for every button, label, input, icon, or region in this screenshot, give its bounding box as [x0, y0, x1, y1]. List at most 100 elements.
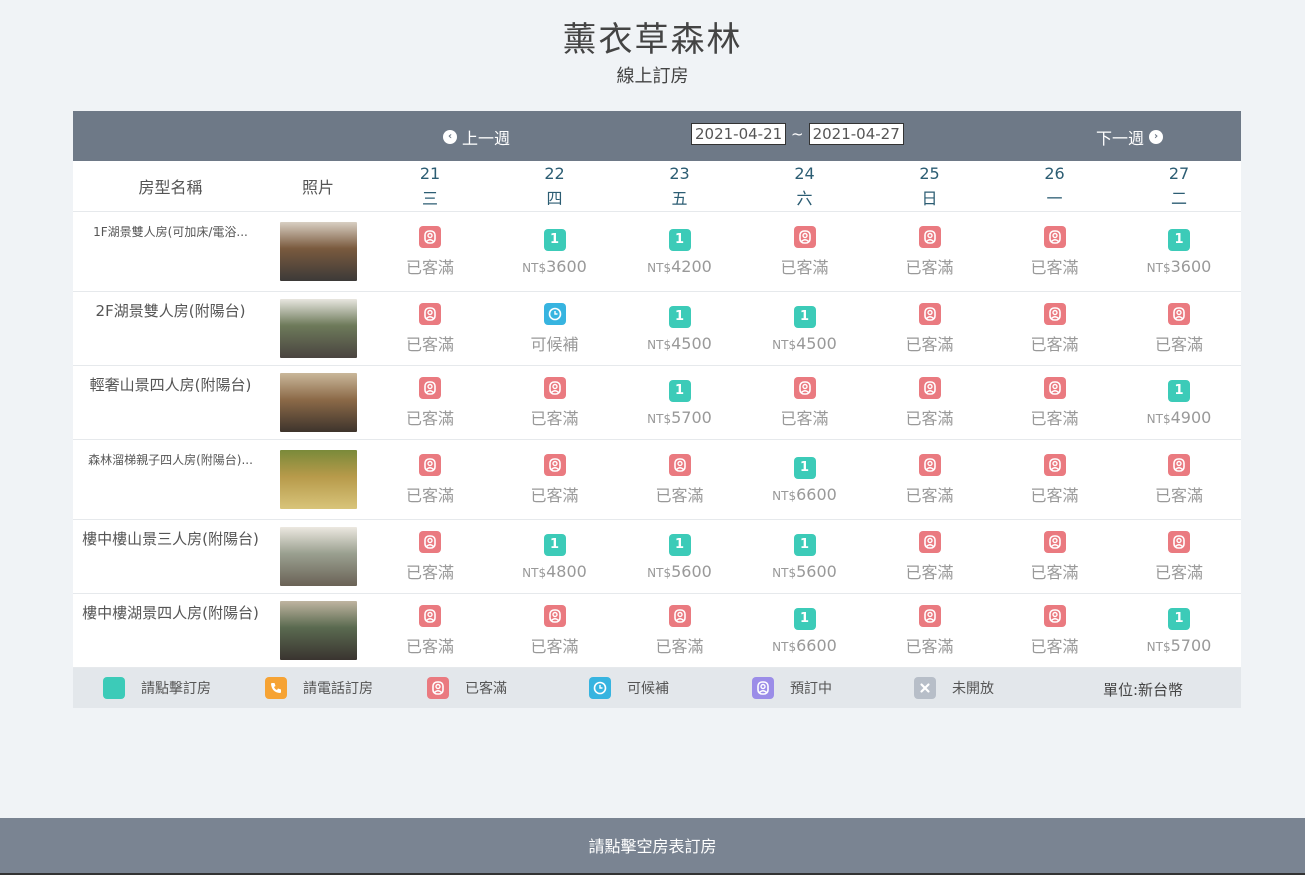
room-name[interactable]: 1F湖景雙人房(可加床/電浴... — [73, 222, 268, 242]
currency-label: NT$ — [772, 337, 797, 352]
room-photo[interactable] — [279, 601, 357, 660]
legend-item: 已客滿 — [427, 677, 507, 699]
price-value: 4900 — [1170, 407, 1212, 427]
next-week-button[interactable]: 下一週 › — [1096, 125, 1164, 149]
person-icon — [543, 604, 566, 627]
status-text: 已客滿 — [1030, 257, 1079, 277]
page-subtitle: 線上訂房 — [616, 66, 689, 87]
available-icon[interactable]: 1 — [668, 379, 691, 402]
availability-cell: 已客滿 — [992, 593, 1117, 668]
room-name[interactable]: 2F湖景雙人房(附陽台) — [73, 296, 268, 327]
status-text: 已客滿 — [1030, 408, 1079, 428]
availability-cell: 已客滿 — [992, 439, 1117, 520]
person-icon — [793, 376, 816, 399]
price-value: 3600 — [1170, 256, 1212, 276]
availability-cell[interactable]: 1 NT$3600 — [492, 211, 617, 292]
status-text: 已客滿 — [405, 257, 454, 277]
availability-cell[interactable]: 1 NT$6600 — [742, 593, 867, 668]
room-photo[interactable] — [279, 299, 357, 358]
availability-cell: 已客滿 — [492, 365, 617, 440]
close-icon — [914, 677, 936, 699]
price-value: 4500 — [796, 333, 837, 353]
available-icon[interactable]: 1 — [668, 533, 691, 556]
availability-cell[interactable]: 1 NT$4800 — [492, 519, 617, 594]
available-icon[interactable]: 1 — [793, 305, 816, 328]
room-name[interactable]: 森林溜梯親子四人房(附陽台)... — [73, 450, 268, 470]
clock-icon — [589, 677, 611, 699]
day-number: 26 — [1044, 163, 1065, 183]
available-icon[interactable]: 1 — [793, 456, 816, 479]
status-text: 已客滿 — [905, 408, 954, 428]
price-value: 4500 — [671, 333, 712, 353]
availability-cell: 已客滿 — [492, 439, 617, 520]
availability-cell[interactable]: 1 NT$5600 — [617, 519, 742, 594]
room-photo[interactable] — [279, 527, 357, 586]
room-price: NT$5700 — [617, 408, 742, 427]
status-text: 已客滿 — [1154, 485, 1203, 505]
person-icon — [419, 225, 441, 248]
available-icon[interactable]: 1 — [543, 533, 566, 556]
room-name[interactable]: 輕奢山景四人房(附陽台) — [73, 370, 268, 401]
status-text: 已客滿 — [530, 408, 579, 428]
availability-cell[interactable]: 1 NT$4200 — [617, 211, 742, 292]
status-text: 已客滿 — [905, 636, 954, 656]
legend-label: 可候補 — [627, 681, 669, 697]
room-name[interactable]: 樓中樓湖景四人房(附陽台) — [73, 598, 268, 629]
site-title: 薰衣草森林 — [562, 20, 743, 60]
status-text: 已客滿 — [1030, 562, 1079, 582]
available-icon[interactable]: 1 — [793, 607, 816, 630]
person-icon — [543, 376, 566, 399]
room-photo[interactable] — [279, 373, 357, 432]
availability-cell[interactable]: 1 NT$4500 — [742, 291, 867, 366]
booking-panel: ‹ 上一週 ~ 下一週 › 房型名稱 照片 21 三 22 四 23 五 24 六 — [73, 111, 1241, 708]
availability-cell[interactable]: 1 NT$4500 — [617, 291, 742, 366]
availability-cell[interactable]: 1 NT$5700 — [1117, 593, 1241, 668]
room-price: NT$3600 — [492, 257, 617, 276]
availability-cell[interactable]: 1 NT$4900 — [1117, 365, 1241, 440]
available-icon[interactable]: 1 — [793, 533, 816, 556]
legend-item: 預訂中 — [752, 677, 832, 699]
day-weekday: 二 — [1170, 188, 1187, 208]
person-icon — [1043, 225, 1066, 248]
room-photo[interactable] — [279, 222, 357, 281]
chevron-left-icon: ‹ — [443, 130, 457, 144]
person-icon — [1168, 453, 1190, 476]
availability-cell[interactable]: 1 NT$3600 — [1117, 211, 1241, 292]
date-separator: ~ — [791, 125, 804, 143]
status-text: 已客滿 — [1154, 334, 1203, 354]
room-name[interactable]: 樓中樓山景三人房(附陽台) — [73, 524, 268, 555]
availability-cell[interactable]: 1 NT$6600 — [742, 439, 867, 520]
price-value: 5700 — [1170, 635, 1212, 655]
person-icon — [1043, 530, 1066, 553]
available-icon[interactable]: 1 — [1168, 607, 1190, 630]
available-icon[interactable]: 1 — [1168, 228, 1190, 251]
availability-cell: 已客滿 — [867, 291, 992, 366]
status-text: 已客滿 — [1030, 485, 1079, 505]
prev-week-button[interactable]: ‹ 上一週 — [443, 125, 510, 149]
room-name-cell: 2F湖景雙人房(附陽台) — [73, 291, 268, 366]
status-text: 已客滿 — [405, 485, 454, 505]
availability-cell[interactable]: 可候補 — [492, 291, 617, 366]
currency-label: NT$ — [647, 565, 672, 580]
availability-cell[interactable]: 1 NT$5600 — [742, 519, 867, 594]
clock-icon — [543, 302, 566, 325]
availability-table: 房型名稱 照片 21 三 22 四 23 五 24 六 25 日 26 一 27 二 1F湖景… — [73, 161, 1241, 668]
status-text: 已客滿 — [1154, 562, 1203, 582]
person-icon — [427, 677, 449, 699]
end-date-input[interactable] — [808, 123, 904, 145]
available-icon[interactable]: 1 — [668, 228, 691, 251]
availability-cell[interactable]: 1 NT$5700 — [617, 365, 742, 440]
availability-cell: 已客滿 — [368, 211, 492, 292]
legend-item: 可候補 — [589, 677, 669, 699]
room-photo[interactable] — [279, 450, 357, 509]
available-icon[interactable]: 1 — [543, 228, 566, 251]
room-price: NT$4900 — [1117, 408, 1241, 427]
status-text: 已客滿 — [655, 485, 704, 505]
table-row: 輕奢山景四人房(附陽台) 已客滿 已客滿 1 NT$5700 已客滿 已客滿 已客滿 1 NT$4… — [73, 365, 1241, 440]
room-price: NT$4500 — [617, 334, 742, 353]
available-icon[interactable]: 1 — [1168, 379, 1190, 402]
availability-cell: 已客滿 — [368, 593, 492, 668]
available-icon[interactable]: 1 — [668, 305, 691, 328]
currency-label: NT$ — [1146, 639, 1171, 654]
start-date-input[interactable] — [691, 123, 786, 145]
